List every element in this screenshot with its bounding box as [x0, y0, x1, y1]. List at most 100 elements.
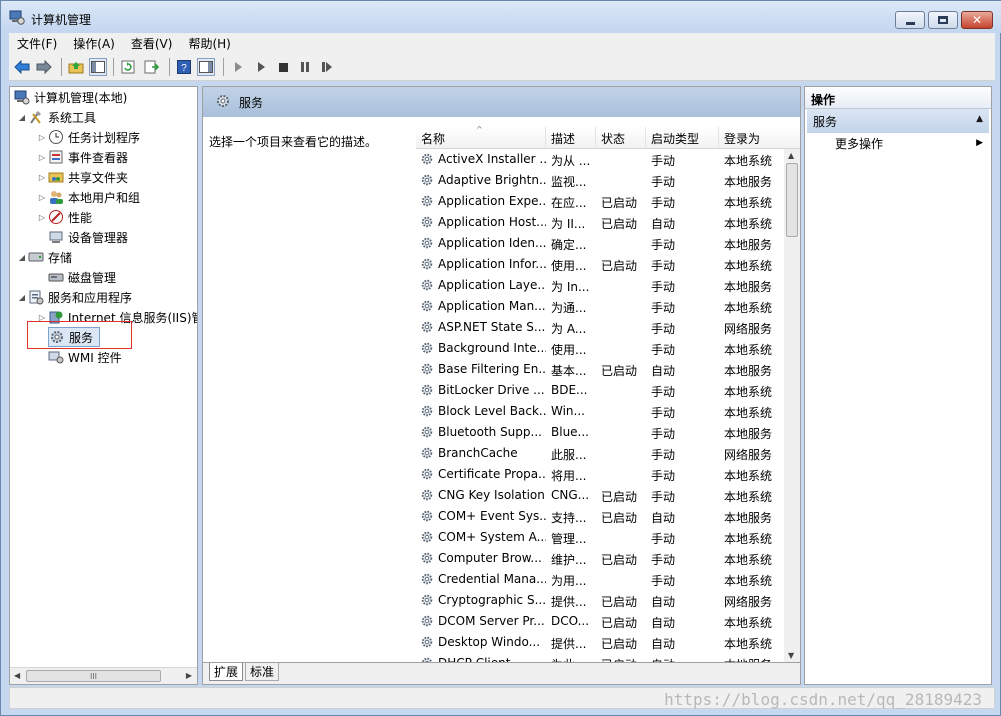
vertical-scrollbar[interactable]: ▲ ▼: [784, 149, 800, 662]
service-startup-type: 手动: [651, 154, 676, 168]
table-row[interactable]: BitLocker Drive ... BDE... 手动 本地系统: [416, 380, 784, 401]
table-row[interactable]: Adaptive Brightn... 监视... 手动 本地服务: [416, 170, 784, 191]
service-status: 已启动: [601, 217, 638, 231]
table-row[interactable]: DCOM Server Pr... DCO... 已启动 自动 本地系统: [416, 611, 784, 632]
collapse-arrow-icon[interactable]: ◢: [16, 113, 28, 122]
folder-up-icon: [68, 62, 84, 74]
show-hide-action-pane-button[interactable]: [197, 58, 215, 76]
table-row[interactable]: Block Level Back... Win... 手动 本地系统: [416, 401, 784, 422]
service-name: COM+ System A...: [438, 530, 546, 544]
actions-section-services[interactable]: 服务 ▲: [807, 109, 989, 133]
stop-service-button[interactable]: [274, 58, 292, 76]
show-hide-console-tree-button[interactable]: [89, 58, 107, 76]
collapse-up-icon[interactable]: ▲: [976, 114, 983, 124]
title-bar[interactable]: 计算机管理 ✕: [1, 1, 1001, 33]
service-status: 已启动: [601, 490, 638, 504]
table-row[interactable]: Base Filtering En... 基本... 已启动 自动 本地服务: [416, 359, 784, 380]
pause-service-button[interactable]: [296, 58, 314, 76]
tree-item-shared-folders[interactable]: ▷ 共享文件夹: [36, 167, 128, 187]
menu-action[interactable]: 操作(A): [65, 35, 123, 52]
gear-icon: [421, 342, 433, 354]
table-row[interactable]: Computer Brow... 维护... 已启动 手动 本地系统: [416, 548, 784, 569]
table-row[interactable]: ActiveX Installer ... 为从 ... 手动 本地系统: [416, 149, 784, 170]
expand-arrow-icon[interactable]: ▷: [36, 173, 48, 182]
table-row[interactable]: Application Laye... 为 In... 手动 本地服务: [416, 275, 784, 296]
table-row[interactable]: Application Host... 为 II... 已启动 自动 本地系统: [416, 212, 784, 233]
menu-file[interactable]: 文件(F): [9, 35, 65, 52]
table-row[interactable]: COM+ Event Sys... 支持... 已启动 自动 本地服务: [416, 506, 784, 527]
scroll-thumb[interactable]: III: [26, 670, 161, 682]
table-row[interactable]: Certificate Propa... 将用... 手动 本地系统: [416, 464, 784, 485]
tree-item-wmi-control[interactable]: WMI 控件: [48, 347, 122, 367]
tree-item-event-viewer[interactable]: ▷ 事件查看器: [36, 147, 128, 167]
back-button[interactable]: [13, 58, 31, 76]
actions-header: 操作: [805, 87, 991, 109]
expand-arrow-icon[interactable]: ▷: [36, 193, 48, 202]
collapse-arrow-icon[interactable]: ◢: [16, 293, 28, 302]
expand-arrow-icon[interactable]: ▷: [36, 133, 48, 142]
table-row[interactable]: Background Inte... 使用... 手动 本地系统: [416, 338, 784, 359]
tab-extended[interactable]: 扩展: [209, 663, 244, 681]
table-row[interactable]: Application Man... 为通... 手动 本地系统: [416, 296, 784, 317]
tree-item-computer-management[interactable]: 计算机管理(本地): [14, 87, 127, 107]
horizontal-scrollbar[interactable]: ◀ III ▶: [10, 667, 197, 684]
table-row[interactable]: Desktop Windo... 提供... 已启动 自动 本地系统: [416, 632, 784, 653]
column-header-description[interactable]: 描述: [546, 127, 596, 149]
tree-item-device-manager[interactable]: 设备管理器: [48, 227, 128, 247]
table-row[interactable]: ASP.NET State S... 为 A... 手动 网络服务: [416, 317, 784, 338]
restart-service-button[interactable]: [318, 58, 336, 76]
gear-icon: [421, 321, 433, 333]
column-header-log-on-as[interactable]: 登录为: [719, 127, 783, 149]
service-log-on-as: 本地系统: [724, 154, 773, 168]
table-row[interactable]: CNG Key Isolation CNG... 已启动 手动 本地系统: [416, 485, 784, 506]
table-row[interactable]: Application Iden... 确定... 手动 本地服务: [416, 233, 784, 254]
expand-arrow-icon[interactable]: ▷: [36, 213, 48, 222]
up-one-level-button[interactable]: [67, 58, 85, 76]
table-row[interactable]: Application Infor... 使用... 已启动 手动 本地系统: [416, 254, 784, 275]
close-icon: ✕: [971, 13, 983, 27]
table-row[interactable]: Bluetooth Supp... Blue... 手动 本地服务: [416, 422, 784, 443]
close-button[interactable]: ✕: [961, 11, 993, 29]
start-service-alt-button[interactable]: [252, 58, 270, 76]
scroll-up-icon[interactable]: ▲: [788, 151, 794, 160]
refresh-button[interactable]: [119, 58, 137, 76]
collapse-arrow-icon[interactable]: ◢: [16, 253, 28, 262]
table-row[interactable]: Credential Mana... 为用... 手动 本地系统: [416, 569, 784, 590]
tree-item-local-users-groups[interactable]: ▷ 本地用户和组: [36, 187, 140, 207]
table-row[interactable]: BranchCache 此服... 手动 网络服务: [416, 443, 784, 464]
tree-item-disk-management[interactable]: 磁盘管理: [48, 267, 116, 287]
more-actions-item[interactable]: 更多操作: [835, 135, 883, 152]
play-outline-icon: [257, 62, 265, 72]
tree-item-services-and-applications[interactable]: ◢ 服务和应用程序: [16, 287, 132, 307]
forward-button[interactable]: [35, 58, 53, 76]
tree-item-performance[interactable]: ▷ 性能: [36, 207, 92, 227]
start-service-button[interactable]: [229, 58, 247, 76]
expand-arrow-icon[interactable]: ▷: [36, 153, 48, 162]
maximize-button[interactable]: [928, 11, 958, 29]
minimize-button[interactable]: [895, 11, 925, 29]
table-row[interactable]: COM+ System A... 管理... 手动 本地系统: [416, 527, 784, 548]
column-header-startup-type[interactable]: 启动类型: [646, 127, 719, 149]
scroll-right-icon[interactable]: ▶: [186, 671, 192, 680]
scroll-thumb[interactable]: [786, 163, 798, 237]
service-name: Cryptographic S...: [438, 593, 546, 607]
column-startup-label: 启动类型: [651, 131, 700, 146]
export-list-button[interactable]: [143, 58, 161, 76]
table-row[interactable]: Cryptographic S... 提供... 已启动 自动 网络服务: [416, 590, 784, 611]
table-row[interactable]: Application Expe... 在应... 已启动 手动 本地系统: [416, 191, 784, 212]
service-startup-type: 手动: [651, 238, 676, 252]
tree-item-storage[interactable]: ◢ 存储: [16, 247, 72, 267]
menu-help[interactable]: 帮助(H): [180, 35, 238, 52]
gear-icon: [421, 279, 433, 291]
scroll-left-icon[interactable]: ◀: [14, 671, 20, 680]
column-header-status[interactable]: 状态: [596, 127, 646, 149]
column-header-name[interactable]: 名称 ^: [416, 125, 546, 149]
menu-view[interactable]: 查看(V): [123, 35, 181, 52]
tab-standard[interactable]: 标准: [245, 663, 280, 681]
scroll-down-icon[interactable]: ▼: [788, 651, 794, 660]
event-viewer-icon: [49, 150, 63, 164]
tree-item-task-scheduler[interactable]: ▷ 任务计划程序: [36, 127, 140, 147]
help-button[interactable]: ?: [175, 58, 193, 76]
tree-item-system-tools[interactable]: ◢ 系统工具: [16, 107, 96, 127]
table-row[interactable]: DHCP Client为此...已启动自动本地服务: [416, 653, 784, 662]
